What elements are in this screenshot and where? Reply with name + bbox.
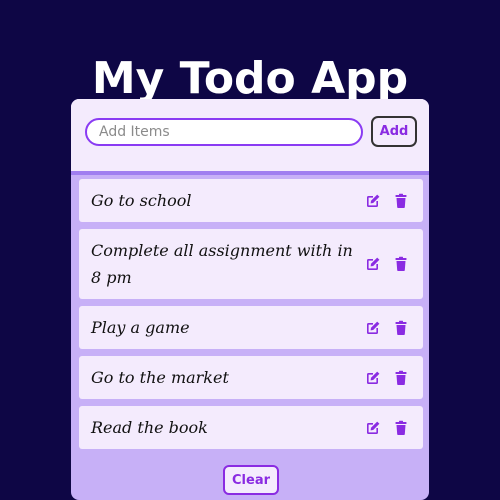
trash-icon[interactable]	[393, 193, 409, 209]
todo-item: Play a game	[79, 306, 423, 349]
todo-actions	[365, 256, 409, 272]
todo-text: Complete all assignment with in 8 pm	[91, 241, 353, 287]
edit-icon[interactable]	[365, 193, 381, 209]
todo-item: Go to the market	[79, 356, 423, 399]
add-item-input[interactable]	[85, 118, 363, 146]
todo-card: Add Go to school Complete all assignment…	[71, 99, 429, 500]
edit-icon[interactable]	[365, 370, 381, 386]
clear-button[interactable]: Clear	[223, 465, 279, 495]
todo-item: Go to school	[79, 179, 423, 222]
trash-icon[interactable]	[393, 370, 409, 386]
add-item-form: Add	[71, 99, 429, 175]
trash-icon[interactable]	[393, 320, 409, 336]
trash-icon[interactable]	[393, 420, 409, 436]
todo-text: Read the book	[91, 418, 208, 437]
todo-text: Play a game	[91, 318, 190, 337]
edit-icon[interactable]	[365, 256, 381, 272]
todo-actions	[365, 193, 409, 209]
todo-actions	[365, 370, 409, 386]
todo-item: Complete all assignment with in 8 pm	[79, 229, 423, 299]
add-button[interactable]: Add	[371, 116, 417, 147]
trash-icon[interactable]	[393, 256, 409, 272]
todo-item: Read the book	[79, 406, 423, 449]
edit-icon[interactable]	[365, 320, 381, 336]
edit-icon[interactable]	[365, 420, 381, 436]
todo-text: Go to the market	[91, 368, 229, 387]
todo-actions	[365, 320, 409, 336]
todo-actions	[365, 420, 409, 436]
todo-list: Go to school Complete all assignment wit…	[79, 179, 423, 456]
todo-text: Go to school	[91, 191, 192, 210]
